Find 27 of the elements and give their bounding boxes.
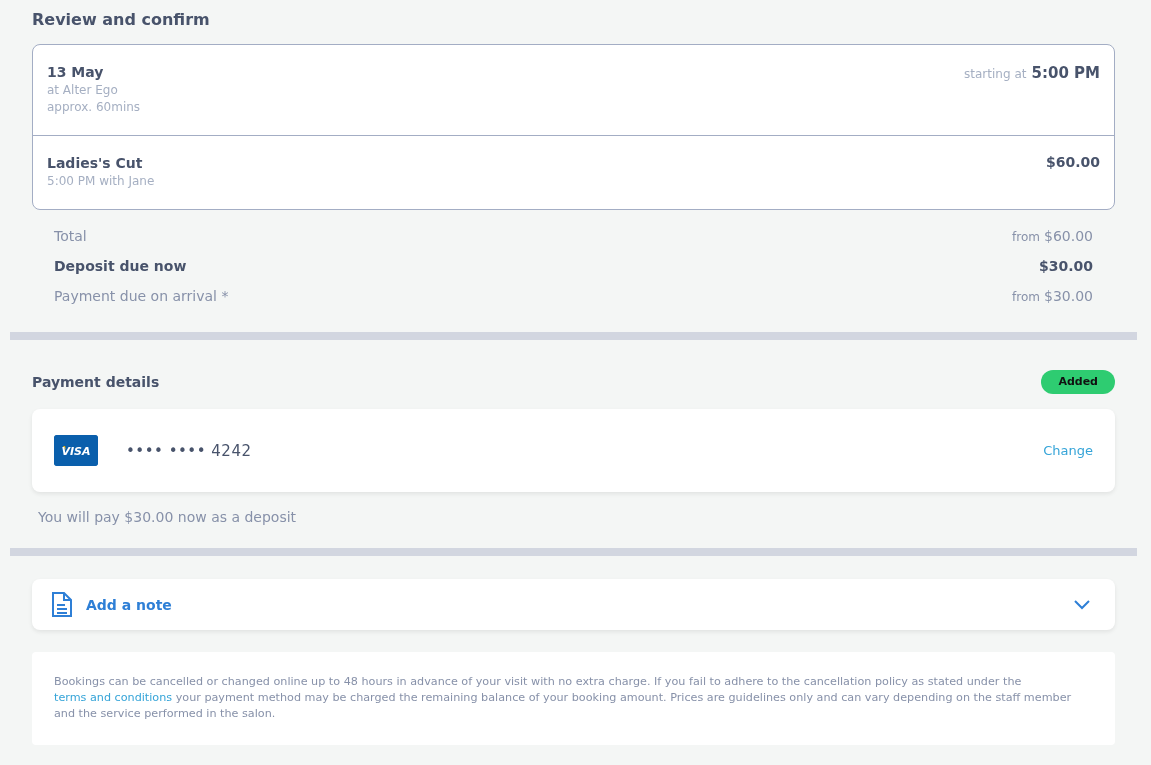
change-link[interactable]: Change bbox=[1043, 443, 1093, 458]
total-label: Payment due on arrival * bbox=[54, 288, 229, 304]
status-badge: Added bbox=[1041, 370, 1115, 394]
from-label: from bbox=[1012, 290, 1040, 304]
terms-link[interactable]: terms and conditions bbox=[54, 691, 173, 704]
card-brand-icon: VISA bbox=[54, 435, 98, 466]
deposit-note: You will pay $30.00 now as a deposit bbox=[38, 508, 298, 526]
appointment-date: 13 May bbox=[47, 63, 105, 82]
cancellation-policy-text: Bookings can be cancelled or changed online up to 48 hours in advance of your visit with no extra charge. If you fail to adhere to the cancellation policy as stated under the terms and conditions your payment method may be charged the remaining balance of your booking amount. Prices are guidelines only and can vary depending on the staff member and the service performed in the salon. bbox=[54, 674, 1073, 722]
service-price: $60.00 bbox=[1045, 154, 1100, 172]
start-time: 5:00 PM bbox=[1031, 64, 1100, 82]
total-amount: $30.00 bbox=[1038, 258, 1093, 274]
document-icon bbox=[51, 591, 73, 618]
total-label: Total bbox=[54, 228, 87, 244]
total-label: Deposit due now bbox=[54, 258, 187, 274]
card-number: •••• •••• 4242 bbox=[126, 441, 253, 460]
service-detail: 5:00 PM with Jane bbox=[47, 173, 155, 190]
service-name: Ladies's Cut bbox=[47, 154, 144, 173]
section-title: Review and confirm bbox=[32, 10, 211, 30]
section-title: Payment details bbox=[32, 374, 160, 390]
from-label: from bbox=[1012, 230, 1040, 244]
salon-location: at Alter Ego bbox=[47, 82, 119, 99]
start-label: starting at bbox=[964, 67, 1027, 81]
total-amount: $60.00 bbox=[1044, 228, 1093, 244]
appointment-duration: approx. 60mins bbox=[47, 99, 141, 116]
add-note-toggle[interactable]: Add a note bbox=[32, 579, 1115, 630]
total-amount: $30.00 bbox=[1044, 288, 1093, 304]
